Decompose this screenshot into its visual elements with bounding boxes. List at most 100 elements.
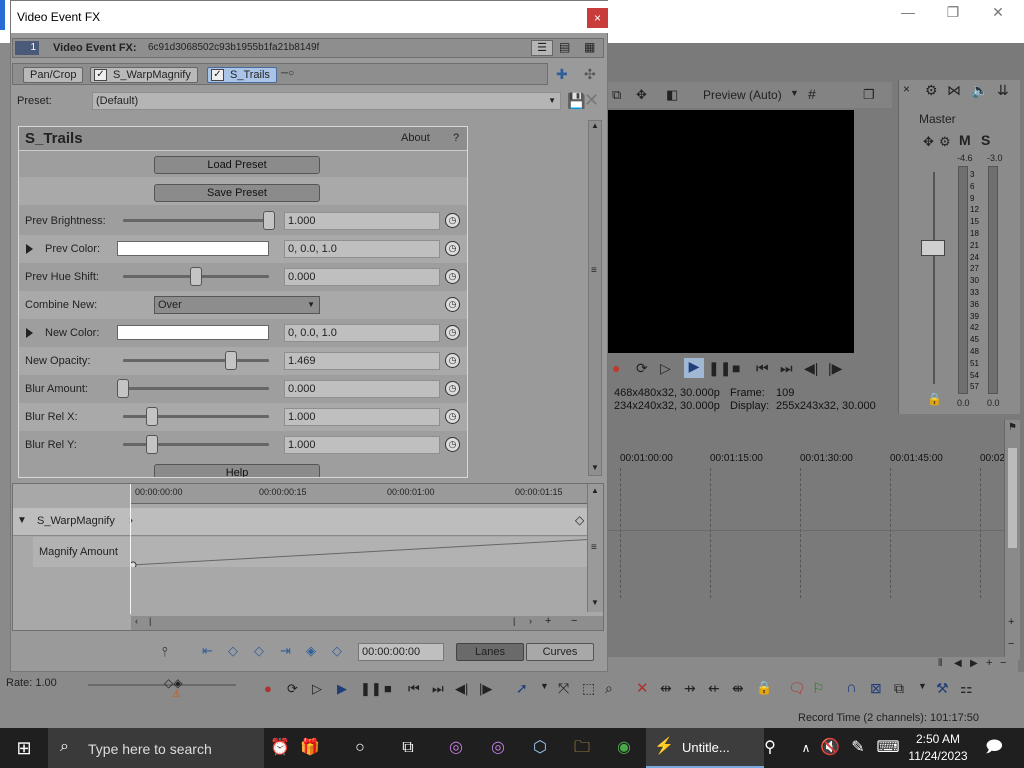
timeline-tracks[interactable] (608, 468, 1008, 598)
kf-hscrollbar[interactable]: ‹ | | › + − (131, 615, 603, 630)
animate-icon[interactable]: ◷ (445, 381, 460, 396)
collapse-icon[interactable]: ▼ (17, 515, 27, 526)
maximize-button[interactable]: ❐ (938, 4, 968, 21)
pause-icon[interactable]: ❚❚ (360, 681, 382, 697)
next-frame-icon[interactable]: |▶ (479, 681, 492, 697)
chrome-icon[interactable]: ◉ (612, 736, 636, 760)
mixer-io-icon[interactable]: ⋈ (947, 82, 961, 99)
cortana-icon[interactable]: ○ (348, 736, 372, 760)
chevron-down-icon[interactable]: ▼ (790, 88, 799, 98)
close-icon[interactable]: × (903, 82, 910, 96)
h-zoom-out-icon[interactable]: − (1000, 657, 1006, 669)
delete-keyframe-icon[interactable]: ◇ (332, 643, 342, 659)
ignore-grouping-icon[interactable]: ⚏ (960, 680, 973, 697)
timeline-hscrollbar[interactable]: ⦀ ◀ ▶ + − (608, 657, 1018, 673)
scroll-up-icon[interactable]: ▲ (591, 121, 599, 130)
remove-plugin-icon[interactable]: ✣ (584, 66, 596, 83)
view-list-icon[interactable]: ☰ (531, 40, 553, 56)
scroll-left-icon[interactable]: ◀ (954, 658, 962, 669)
windows-start-icon[interactable]: ⊞ (12, 736, 36, 760)
prev-color-value[interactable]: 0, 0.0, 1.0 (284, 240, 440, 258)
animate-icon[interactable]: ◷ (445, 213, 460, 228)
search-box[interactable]: ⌕ Type here to search (48, 728, 264, 768)
checkbox-icon[interactable]: ✓ (211, 69, 224, 81)
pan-icon[interactable]: ✥ (923, 134, 934, 150)
vegas-taskbar-button[interactable]: ⚡ Untitle... (646, 728, 764, 768)
ripple-icon[interactable]: ⧉ (894, 680, 904, 697)
checkbox-icon[interactable]: ✓ (94, 69, 107, 81)
fx-gear-icon[interactable]: ⚙ (939, 134, 951, 150)
scroll-thumb[interactable] (1008, 448, 1017, 548)
chain-tab-warp-magnify[interactable]: ✓ S_WarpMagnify (90, 67, 198, 83)
lock-icon[interactable]: 🔒 (927, 392, 942, 406)
fx-scrollbar[interactable]: ▲ ≡ ▼ (588, 120, 602, 476)
h-zoom-in-icon[interactable]: + (986, 657, 992, 669)
chevron-down-icon[interactable]: ▼ (540, 681, 549, 691)
play-icon[interactable]: ▶ (684, 358, 704, 378)
go-to-end-icon[interactable]: ⏭ (432, 681, 444, 697)
animate-icon[interactable]: ◷ (445, 241, 460, 256)
volume-muted-icon[interactable]: 🔇 (818, 736, 842, 760)
envelope-tool-icon[interactable]: ⤧ (558, 680, 569, 697)
record-icon[interactable]: ● (612, 360, 620, 376)
scroll-right-icon[interactable]: › (529, 616, 532, 626)
chevron-up-icon[interactable]: ∧ (794, 736, 818, 760)
app-icon-2[interactable]: ◎ (486, 736, 510, 760)
load-preset-button[interactable]: Load Preset (154, 156, 320, 174)
new-opacity-value[interactable]: 1.469 (284, 352, 440, 370)
scroll-grip-icon[interactable]: ≡ (591, 265, 597, 276)
go-to-start-icon[interactable]: ⏮ (408, 681, 420, 697)
loop-icon[interactable]: ⟳ (287, 681, 298, 697)
lock-envelopes-icon[interactable]: ⚒ (936, 680, 949, 697)
animate-icon[interactable]: ◷ (445, 269, 460, 284)
marker-icon[interactable]: ⚑ (1008, 422, 1017, 433)
scroll-grip-icon[interactable]: | (149, 616, 151, 626)
rate-knob-icon[interactable]: ◇◈ (164, 676, 182, 690)
zoom-in-icon[interactable]: + (1008, 616, 1014, 628)
slider-knob[interactable] (146, 407, 159, 426)
app-close-button[interactable]: ✕ (983, 4, 1013, 21)
plugin-chain-icon[interactable]: ✚ (556, 66, 568, 83)
scroll-left-icon[interactable]: ‹ (135, 616, 138, 626)
trim-end-icon[interactable]: ⇷ (708, 680, 720, 697)
split-screen-icon[interactable]: ◧ (666, 87, 678, 103)
blur-rel-y-value[interactable]: 1.000 (284, 436, 440, 454)
view-detail-icon[interactable]: ▤ (559, 40, 570, 54)
playhead[interactable] (130, 484, 131, 614)
curves-button[interactable]: Curves (526, 643, 594, 661)
alarm-clock-icon[interactable]: ⏰ (268, 736, 292, 760)
blur-rel-x-value[interactable]: 1.000 (284, 408, 440, 426)
slider-knob[interactable] (117, 379, 129, 398)
prev-keyframe-icon[interactable]: ◇ (228, 643, 238, 659)
keyframe-ruler[interactable]: 00:00:00:00 00:00:00:15 00:00:01:00 00:0… (131, 484, 597, 504)
prev-brightness-slider[interactable] (123, 211, 275, 230)
zoom-out-icon[interactable]: − (571, 615, 577, 627)
delete-icon[interactable]: ✕ (636, 679, 649, 697)
region-icon[interactable]: ⚐ (812, 680, 825, 697)
next-keyframe-icon[interactable]: ◇ (254, 643, 264, 659)
save-preset-icon[interactable]: 💾 (567, 92, 586, 110)
chevron-down-icon[interactable]: ▼ (918, 681, 927, 691)
keyframe-marker[interactable]: ◇ (575, 513, 584, 527)
speaker-icon[interactable]: 🔈 (971, 82, 988, 99)
time-input[interactable]: 00:00:00:00 (358, 643, 444, 661)
combine-new-select[interactable]: Over ▼ (154, 296, 320, 314)
gift-icon[interactable]: 🎁 (298, 736, 322, 760)
preset-select[interactable]: (Default) ▼ (92, 92, 561, 110)
loop-icon[interactable]: ⟳ (636, 360, 648, 377)
sync-cursor-icon[interactable]: ⫯ (162, 644, 168, 660)
prev-hue-shift-value[interactable]: 0.000 (284, 268, 440, 286)
slider-knob[interactable] (225, 351, 238, 370)
trim-icon[interactable]: ⇹ (660, 680, 672, 697)
preview-settings-icon[interactable]: ⧉ (612, 87, 621, 103)
help-question-link[interactable]: ? (453, 132, 459, 144)
help-button[interactable]: Help (154, 464, 320, 477)
blur-amount-value[interactable]: 0.000 (284, 380, 440, 398)
downmix-icon[interactable]: ⇊ (997, 82, 1009, 99)
add-keyframe-icon[interactable]: ◈ (306, 643, 316, 659)
clock-date[interactable]: 11/24/2023 (908, 749, 968, 763)
stop-icon[interactable]: ■ (384, 681, 392, 696)
marker-icon[interactable]: 🗨 (788, 680, 806, 697)
solo-button[interactable]: S (981, 132, 990, 148)
trim-start-icon[interactable]: ⇸ (684, 680, 696, 697)
